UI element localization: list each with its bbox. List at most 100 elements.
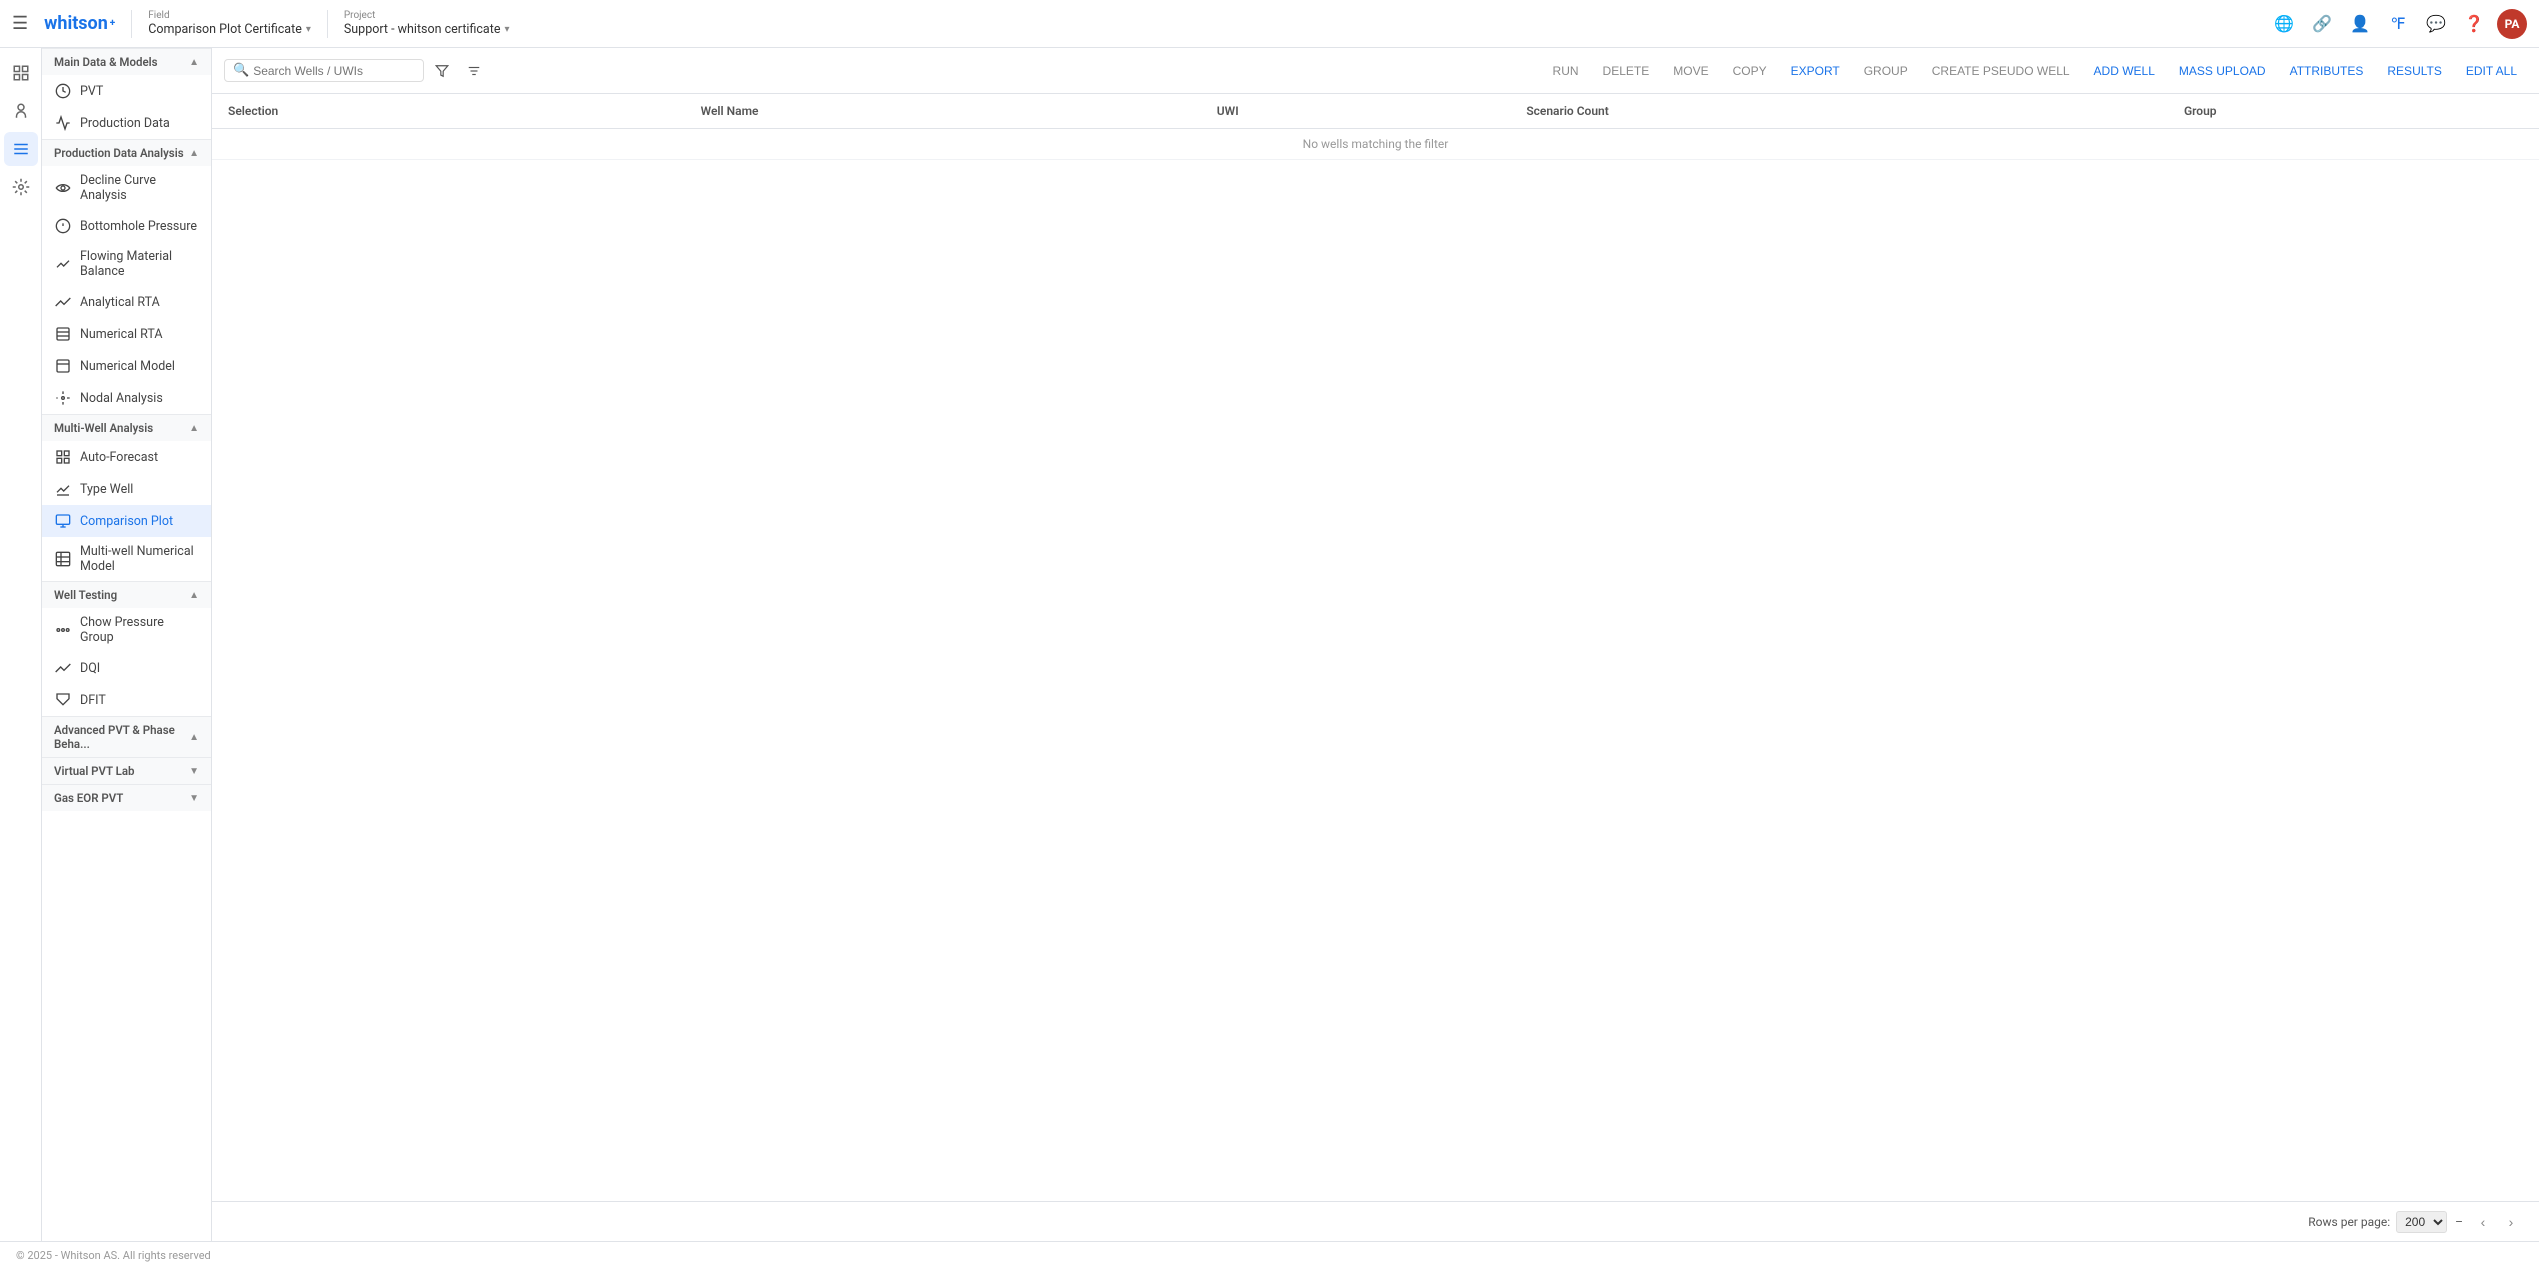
app-footer: © 2025 - Whitson AS. All rights reserved [0, 1241, 2539, 1269]
field-label: Field [148, 10, 311, 21]
sidebar-item-analytical-rta[interactable]: Analytical RTA [42, 286, 211, 318]
search-input[interactable] [253, 64, 415, 78]
sidebar-item-bottomhole-pressure[interactable]: Bottomhole Pressure [42, 210, 211, 242]
project-label: Project [344, 10, 510, 21]
sidebar-item-decline-curve[interactable]: Decline Curve Analysis [42, 166, 211, 210]
chevron-gas-eor: ▼ [189, 793, 199, 804]
section-virtual-pvt-lab[interactable]: Virtual PVT Lab ▼ [42, 757, 211, 784]
edit-all-button[interactable]: EDIT ALL [2456, 59, 2527, 83]
sidebar-item-nodal-analysis[interactable]: Nodal Analysis [42, 382, 211, 414]
chevron-well-testing: ▲ [189, 590, 199, 601]
production-data-icon [54, 114, 72, 132]
main-content: 🔍 RUN DELETE MOVE COPY EXPORT GROUP CREA… [212, 48, 2539, 1241]
section-production-data-analysis[interactable]: Production Data Analysis ▲ [42, 139, 211, 166]
pagination-range: – [2455, 1215, 2463, 1229]
auto-forecast-icon [54, 448, 72, 466]
flowing-material-icon [54, 255, 72, 273]
mass-upload-button[interactable]: MASS UPLOAD [2169, 59, 2276, 83]
sort-btn[interactable] [460, 57, 488, 85]
table-footer: Rows per page: 200 50 100 – ‹ › [212, 1201, 2539, 1241]
sidebar-item-auto-forecast[interactable]: Auto-Forecast [42, 441, 211, 473]
section-gas-eor-pvt[interactable]: Gas EOR PVT ▼ [42, 784, 211, 811]
sidebar-item-comparison-plot[interactable]: Comparison Plot [42, 505, 211, 537]
empty-state-message: No wells matching the filter [212, 129, 2539, 160]
next-page-button[interactable]: › [2499, 1210, 2523, 1234]
field-selector[interactable]: Field Comparison Plot Certificate ▾ [148, 10, 311, 37]
dqi-icon [54, 659, 72, 677]
search-box[interactable]: 🔍 [224, 59, 424, 82]
run-button[interactable]: RUN [1543, 59, 1589, 83]
left-nav-scenarios[interactable] [4, 170, 38, 204]
avatar-btn[interactable]: PA [2497, 9, 2527, 39]
left-nav-fields[interactable] [4, 56, 38, 90]
chevron-advanced-pvt: ▲ [189, 732, 199, 743]
brand-logo: whitson+ [44, 13, 115, 34]
pvt-icon [54, 82, 72, 100]
decline-curve-icon [54, 179, 72, 197]
toolbar: 🔍 RUN DELETE MOVE COPY EXPORT GROUP CREA… [212, 48, 2539, 94]
top-nav-actions: 🌐 🔗 👤 ℉ 💬 ❓ PA [2269, 9, 2527, 39]
attributes-button[interactable]: ATTRIBUTES [2280, 59, 2374, 83]
prev-page-button[interactable]: ‹ [2471, 1210, 2495, 1234]
wells-table: Selection Well Name UWI Scenario Count G… [212, 94, 2539, 160]
create-pseudo-well-button[interactable]: CREATE PSEUDO WELL [1922, 59, 2080, 83]
col-scenario-count: Scenario Count [1510, 94, 2168, 129]
numerical-rta-icon [54, 325, 72, 343]
numerical-model-icon [54, 357, 72, 375]
rows-per-page: Rows per page: 200 50 100 [2308, 1211, 2447, 1233]
sidebar-item-multi-well-numerical[interactable]: Multi-well Numerical Model [42, 537, 211, 581]
nodal-analysis-icon [54, 389, 72, 407]
sidebar-item-production-data[interactable]: Production Data [42, 107, 211, 139]
col-uwi: UWI [1201, 94, 1511, 129]
chow-pressure-icon [54, 621, 72, 639]
chevron-production-analysis: ▲ [189, 148, 199, 159]
export-button[interactable]: EXPORT [1781, 59, 1850, 83]
sidebar-item-type-well[interactable]: Type Well [42, 473, 211, 505]
type-well-icon [54, 480, 72, 498]
section-main-data-models[interactable]: Main Data & Models ▲ [42, 48, 211, 75]
delete-button[interactable]: DELETE [1593, 59, 1660, 83]
link-icon-btn[interactable]: 🔗 [2307, 9, 2337, 39]
top-nav: ☰ whitson+ Field Comparison Plot Certifi… [0, 0, 2539, 48]
left-nav-wells[interactable] [4, 132, 38, 166]
left-nav [0, 48, 42, 1241]
globe-icon-btn[interactable]: 🌐 [2269, 9, 2299, 39]
group-button[interactable]: GROUP [1854, 59, 1918, 83]
chevron-virtual-pvt: ▼ [189, 766, 199, 777]
sidebar-item-dqi[interactable]: DQI [42, 652, 211, 684]
section-multi-well-analysis[interactable]: Multi-Well Analysis ▲ [42, 414, 211, 441]
left-nav-projects[interactable] [4, 94, 38, 128]
sidebar-item-dfit[interactable]: DFIT [42, 684, 211, 716]
sidebar-item-numerical-rta[interactable]: Numerical RTA [42, 318, 211, 350]
section-advanced-pvt[interactable]: Advanced PVT & Phase Beha... ▲ [42, 716, 211, 757]
chat-icon-btn[interactable]: 💬 [2421, 9, 2451, 39]
user-icon-btn[interactable]: 👤 [2345, 9, 2375, 39]
sidebar: Main Data & Models ▲ PVT Production Data… [42, 48, 212, 1241]
sidebar-item-pvt[interactable]: PVT [42, 75, 211, 107]
help-icon-btn[interactable]: ❓ [2459, 9, 2489, 39]
rows-per-page-select[interactable]: 200 50 100 [2396, 1211, 2447, 1233]
results-button[interactable]: RESULTS [2377, 59, 2451, 83]
field-value[interactable]: Comparison Plot Certificate ▾ [148, 22, 311, 37]
hamburger-menu[interactable]: ☰ [12, 13, 28, 34]
chevron-main-data: ▲ [189, 57, 199, 68]
project-value[interactable]: Support - whitson certificate ▾ [344, 22, 510, 37]
wells-table-container: Selection Well Name UWI Scenario Count G… [212, 94, 2539, 1201]
search-icon: 🔍 [233, 63, 249, 78]
add-well-button[interactable]: ADD WELL [2084, 59, 2165, 83]
col-well-name: Well Name [685, 94, 1201, 129]
filter-btn[interactable] [428, 57, 456, 85]
dfit-icon [54, 691, 72, 709]
sidebar-item-flowing-material[interactable]: Flowing Material Balance [42, 242, 211, 286]
sidebar-item-numerical-model[interactable]: Numerical Model [42, 350, 211, 382]
project-arrow: ▾ [504, 24, 509, 35]
temp-icon-btn[interactable]: ℉ [2383, 9, 2413, 39]
move-button[interactable]: MOVE [1663, 59, 1718, 83]
pagination-buttons: ‹ › [2471, 1210, 2523, 1234]
col-selection: Selection [212, 94, 685, 129]
multi-well-numerical-icon [54, 550, 72, 568]
section-well-testing[interactable]: Well Testing ▲ [42, 581, 211, 608]
project-selector[interactable]: Project Support - whitson certificate ▾ [344, 10, 510, 37]
copy-button[interactable]: COPY [1723, 59, 1777, 83]
sidebar-item-chow-pressure[interactable]: Chow Pressure Group [42, 608, 211, 652]
